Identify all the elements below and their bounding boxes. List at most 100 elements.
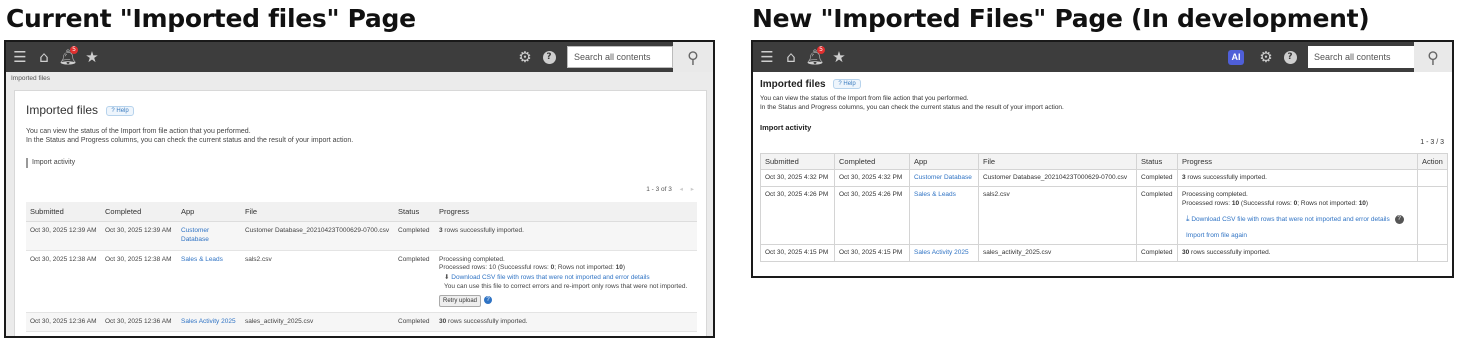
help-icon[interactable]: ? (1278, 42, 1302, 72)
file-cell: Customer Database_20210423T000629-0700.c… (978, 169, 1137, 187)
help-icon[interactable]: ? (1394, 214, 1404, 224)
completed-cell: Oct 30, 2025 12:36 AM (101, 312, 177, 333)
help-icon[interactable]: ? (484, 295, 493, 304)
col-completed[interactable]: Completed (834, 153, 910, 170)
status-cell: Completed (394, 312, 435, 333)
new-page-frame: ☰ ⌂ 🔔︎ 5 ★ AI ⚙ ? Search all contents ⚲ I… (751, 40, 1454, 278)
import-activity-table: Submitted Completed App File Status Prog… (760, 153, 1448, 262)
completed-cell: Oct 30, 2025 12:38 AM (101, 250, 177, 313)
col-progress[interactable]: Progress (435, 202, 697, 222)
search-button[interactable]: ⚲ (1414, 42, 1452, 72)
submitted-cell: Oct 30, 2025 4:26 PM (760, 185, 835, 246)
table-row: Oct 30, 2025 4:26 PM Oct 30, 2025 4:26 P… (760, 185, 1448, 246)
section-title: Import activity (32, 159, 76, 166)
submitted-cell: Oct 30, 2025 12:38 AM (26, 250, 101, 313)
bell-icon[interactable]: 🔔︎ 5 (803, 42, 827, 72)
submitted-cell: Oct 30, 2025 4:32 PM (760, 169, 835, 187)
search-button[interactable]: ⚲ (673, 42, 713, 72)
download-csv-link[interactable]: Download CSV file with rows that were no… (1191, 216, 1389, 223)
search-input[interactable]: Search all contents (567, 46, 673, 68)
progress-cell: Processing completed. Processed rows: 10… (1177, 185, 1418, 246)
download-csv-link[interactable]: Download CSV file with rows that were no… (451, 274, 649, 281)
app-link[interactable]: Sales & Leads (181, 256, 223, 263)
search-icon: ⚲ (687, 47, 699, 67)
progress-cell: 3 rows successfully imported. (1177, 169, 1418, 187)
file-cell: sals2.csv (241, 250, 394, 313)
notification-badge: 5 (817, 46, 825, 54)
app-link[interactable]: Customer Database (914, 174, 972, 181)
processing-status: Processing completed. (1182, 190, 1248, 198)
description-line-1: You can view the status of the Import fr… (760, 95, 969, 102)
file-cell: sales_activity_2025.csv (241, 312, 394, 333)
search-icon: ⚲ (1427, 47, 1439, 67)
next-page-icon[interactable]: ▸ (691, 186, 694, 193)
progress-text: rows successfully imported. (442, 227, 524, 234)
page-heading: Imported files (760, 79, 826, 90)
submitted-cell: Oct 30, 2025 12:36 AM (26, 312, 101, 333)
col-action[interactable]: Action (1417, 153, 1448, 170)
col-app[interactable]: App (177, 202, 241, 222)
help-button[interactable]: ? Help (106, 105, 134, 116)
import-again-link[interactable]: Import from file again (1186, 232, 1247, 239)
col-progress[interactable]: Progress (1177, 153, 1418, 170)
completed-cell: Oct 30, 2025 4:32 PM (834, 169, 910, 187)
completed-cell: Oct 30, 2025 4:26 PM (834, 185, 910, 246)
section-header: Import activity (26, 158, 75, 168)
status-cell: Completed (394, 221, 435, 251)
action-cell (1417, 244, 1448, 262)
app-link[interactable]: Customer Database (181, 227, 209, 243)
processing-status: Processing completed. (439, 255, 505, 263)
processed-rows: Processed rows: 10 (Successful rows: 0; … (1182, 199, 1369, 207)
download-icon: ⤓ (1186, 213, 1190, 223)
status-cell: Completed (1136, 244, 1178, 262)
col-submitted[interactable]: Submitted (760, 153, 835, 170)
new-page-title: New "Imported Files" Page (In developmen… (752, 4, 1370, 33)
app-link[interactable]: Sales Activity 2025 (181, 318, 236, 325)
retry-upload-button[interactable]: Retry upload (439, 294, 482, 307)
submitted-cell: Oct 30, 2025 4:15 PM (760, 244, 835, 262)
breadcrumb[interactable]: Imported files (6, 72, 713, 86)
file-cell: Customer Database_20210423T000629-0700.c… (241, 221, 394, 251)
star-icon[interactable]: ★ (80, 42, 104, 72)
menu-icon[interactable]: ☰ (8, 42, 32, 72)
progress-cell: 30 rows successfully imported. (435, 312, 697, 333)
app-link[interactable]: Sales & Leads (914, 191, 956, 198)
content-panel: Imported files ? Help You can view the s… (14, 90, 707, 336)
help-button[interactable]: ? Help (833, 79, 861, 90)
table-row: Oct 30, 2025 4:15 PM Oct 30, 2025 4:15 P… (760, 244, 1448, 262)
progress-text: rows successfully imported. (446, 317, 528, 325)
home-icon[interactable]: ⌂ (32, 42, 56, 72)
search-input[interactable]: Search all contents (1308, 46, 1414, 68)
help-icon[interactable]: ? (537, 42, 561, 72)
col-app[interactable]: App (909, 153, 979, 170)
gear-icon[interactable]: ⚙ (1254, 42, 1278, 72)
status-cell: Completed (394, 250, 435, 313)
notification-badge: 5 (70, 46, 78, 54)
col-submitted[interactable]: Submitted (26, 202, 101, 222)
action-cell (1417, 185, 1448, 246)
col-file[interactable]: File (241, 202, 394, 222)
star-icon[interactable]: ★ (827, 42, 851, 72)
menu-icon[interactable]: ☰ (755, 42, 779, 72)
section-title: Import activity (760, 123, 812, 132)
current-page-title: Current "Imported files" Page (6, 4, 416, 33)
col-status[interactable]: Status (394, 202, 435, 222)
reimport-note: You can use this file to correct errors … (444, 282, 688, 290)
prev-page-icon[interactable]: ◂ (680, 186, 683, 193)
bell-icon[interactable]: 🔔︎ 5 (56, 42, 80, 72)
pagination: 1 - 3 of 3 ◂ ▸ (646, 185, 694, 193)
description-line-2: In the Status and Progress columns, you … (760, 104, 1064, 111)
status-cell: Completed (1136, 169, 1178, 187)
gear-icon[interactable]: ⚙ (513, 42, 537, 72)
top-nav-bar: ☰ ⌂ 🔔︎ 5 ★ AI ⚙ ? Search all contents ⚲ (753, 42, 1452, 72)
home-icon[interactable]: ⌂ (779, 42, 803, 72)
app-link[interactable]: Sales Activity 2025 (914, 249, 969, 256)
col-completed[interactable]: Completed (101, 202, 177, 222)
col-file[interactable]: File (978, 153, 1137, 170)
progress-cell: 3 rows successfully imported. (435, 221, 697, 251)
completed-cell: Oct 30, 2025 12:39 AM (101, 221, 177, 251)
ai-assistant-button[interactable]: AI (1228, 49, 1244, 65)
progress-text: rows successfully imported. (1189, 249, 1271, 257)
pagination-count: 1 - 3 of 3 (646, 186, 672, 193)
col-status[interactable]: Status (1136, 153, 1178, 170)
